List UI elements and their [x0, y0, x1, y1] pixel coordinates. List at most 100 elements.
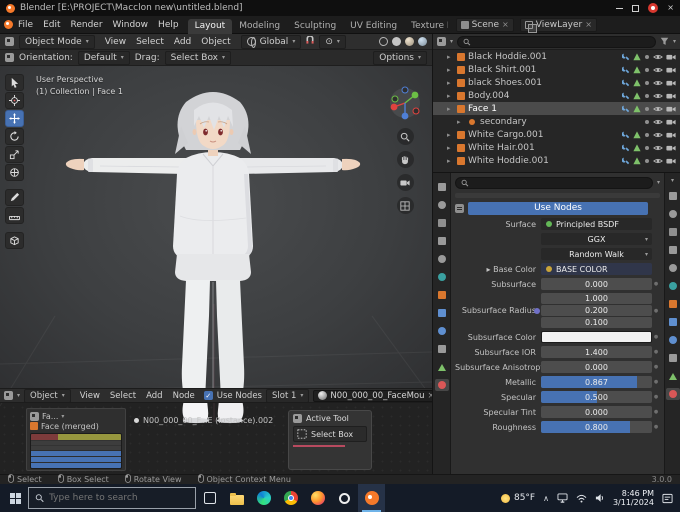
- orientation-dropdown[interactable]: Global ▾: [240, 34, 302, 49]
- camera-icon[interactable]: [666, 92, 676, 100]
- camera-icon[interactable]: [666, 157, 676, 165]
- file-explorer-icon[interactable]: [223, 484, 250, 512]
- shader-sidebar-panel[interactable]: Fa... ▾ Face (merged): [26, 408, 126, 471]
- disclosure-icon[interactable]: ▸: [447, 144, 454, 152]
- panel-chevron-icon[interactable]: ▾: [671, 177, 674, 184]
- properties-physics-tab[interactable]: [435, 325, 449, 337]
- outliner-item-black-hoddie-001[interactable]: ▸ Black Hoddie.001: [433, 50, 680, 63]
- chrome-icon[interactable]: [277, 484, 304, 512]
- properties-world-tab[interactable]: [435, 271, 449, 283]
- shader-menu-add[interactable]: Add: [141, 391, 167, 401]
- outliner-item-white-hair-001[interactable]: ▸ White Hair.001: [433, 141, 680, 154]
- secondary-constraints-tab[interactable]: [666, 352, 680, 364]
- workspace-tab-modeling[interactable]: Modeling: [232, 19, 287, 34]
- camera-icon[interactable]: [666, 105, 676, 113]
- properties-render-tab[interactable]: [435, 199, 449, 211]
- opera-icon[interactable]: [331, 484, 358, 512]
- action-center-icon[interactable]: [662, 493, 673, 504]
- multi-value-field[interactable]: 1.000 0.200 0.100: [541, 293, 652, 328]
- secondary-data-tab[interactable]: [666, 370, 680, 382]
- shader-node[interactable]: [30, 433, 122, 469]
- eye-icon[interactable]: [653, 105, 663, 113]
- shader-menu-node[interactable]: Node: [168, 391, 200, 401]
- scale-tool[interactable]: [5, 146, 24, 163]
- blender-menu-icon[interactable]: [4, 20, 13, 29]
- hidden-icons-chevron[interactable]: ∧: [543, 494, 549, 503]
- secondary-output-tab[interactable]: [666, 226, 680, 238]
- outliner-search-input[interactable]: [473, 37, 650, 46]
- orientation-default-dropdown[interactable]: Default ▾: [77, 50, 130, 65]
- cursor-tool[interactable]: [5, 92, 24, 109]
- secondary-material-tab[interactable]: [665, 388, 680, 400]
- disclosure-icon[interactable]: ▸: [447, 157, 454, 165]
- dot-icon[interactable]: [644, 93, 650, 99]
- dot-icon[interactable]: [644, 158, 650, 164]
- eye-icon[interactable]: [653, 53, 663, 61]
- properties-search-input[interactable]: [471, 178, 647, 187]
- close-button[interactable]: ×: [667, 4, 674, 12]
- disclosure-icon[interactable]: ▸: [447, 53, 454, 61]
- secondary-tool-tab[interactable]: [666, 190, 680, 202]
- disclosure-icon[interactable]: ▸: [447, 92, 454, 100]
- workspace-tab-uv-editing[interactable]: UV Editing: [343, 19, 404, 34]
- disclosure-icon[interactable]: ▸: [447, 105, 454, 113]
- properties-filter-chevron[interactable]: ▾: [657, 179, 660, 186]
- outliner-item-face-1[interactable]: ▸ Face 1: [433, 102, 680, 115]
- workspace-tab-texture-paint[interactable]: Texture Paint: [404, 19, 447, 34]
- outliner-menu-chevron[interactable]: ▾: [673, 38, 676, 45]
- value-field[interactable]: 1.000: [541, 293, 652, 304]
- disclosure-icon[interactable]: ▸: [447, 66, 454, 74]
- value-slider[interactable]: 0.000: [541, 361, 652, 373]
- properties-modifiers-tab[interactable]: [435, 307, 449, 319]
- options-dropdown[interactable]: Options ▾: [373, 50, 427, 65]
- move-tool[interactable]: [5, 110, 24, 127]
- network-icon[interactable]: [557, 493, 568, 503]
- dot-icon[interactable]: [644, 145, 650, 151]
- dot-icon[interactable]: [644, 132, 650, 138]
- wireframe-shading-icon[interactable]: [379, 37, 388, 46]
- weather-widget[interactable]: 85°F: [500, 493, 535, 503]
- properties-constraints-tab[interactable]: [435, 343, 449, 355]
- taskbar-search[interactable]: [28, 487, 196, 509]
- camera-icon[interactable]: [666, 131, 676, 139]
- solid-shading-icon[interactable]: [392, 37, 401, 46]
- eye-icon[interactable]: [653, 131, 663, 139]
- collapsed-panel-header[interactable]: [455, 193, 660, 198]
- blender-icon[interactable]: [358, 484, 385, 512]
- outliner-item-white-hoddie-001[interactable]: ▸ White Hoddie.001: [433, 154, 680, 167]
- task-view-icon[interactable]: [196, 484, 223, 512]
- eye-icon[interactable]: [653, 157, 663, 165]
- secondary-render-tab[interactable]: [666, 208, 680, 220]
- viewport-menu-object[interactable]: Object: [196, 37, 235, 47]
- menu-render[interactable]: Render: [66, 20, 108, 30]
- workspace-tab-layout[interactable]: Layout: [187, 18, 233, 34]
- secondary-view-layer-tab[interactable]: [666, 244, 680, 256]
- pan-hand-icon[interactable]: [396, 151, 414, 168]
- zoom-icon[interactable]: [396, 128, 414, 145]
- properties-tool-tab[interactable]: [435, 181, 449, 193]
- filter-icon[interactable]: [660, 37, 669, 46]
- minimize-button[interactable]: [616, 7, 624, 9]
- value-slider[interactable]: 0.000: [541, 406, 652, 418]
- viewport-menu-view[interactable]: View: [100, 37, 131, 47]
- eye-icon[interactable]: [653, 66, 663, 74]
- recorder-badge[interactable]: [648, 3, 659, 13]
- 3d-viewport[interactable]: User Perspective (1) Collection | Face 1: [0, 66, 432, 388]
- taskbar-search-input[interactable]: [49, 493, 189, 503]
- material-shading-icon[interactable]: [405, 37, 414, 46]
- dot-icon[interactable]: [644, 80, 650, 86]
- start-button[interactable]: [2, 484, 28, 512]
- shader-editor-type-icon[interactable]: [4, 391, 13, 400]
- firefox-icon[interactable]: [304, 484, 331, 512]
- node-link[interactable]: Principled BSDF: [541, 218, 652, 230]
- secondary-physics-tab[interactable]: [666, 334, 680, 346]
- value-slider[interactable]: 1.400: [541, 346, 652, 358]
- properties-output-tab[interactable]: [435, 217, 449, 229]
- outliner-item-black-shoes-001[interactable]: ▸ black Shoes.001: [433, 76, 680, 89]
- add-cube-tool[interactable]: [5, 232, 24, 249]
- value-field[interactable]: 0.200: [541, 305, 652, 316]
- camera-view-icon[interactable]: [396, 174, 414, 191]
- properties-search[interactable]: [455, 176, 653, 189]
- menu-file[interactable]: File: [13, 20, 38, 30]
- viewlayer-selector[interactable]: ViewLayer ×: [519, 17, 597, 33]
